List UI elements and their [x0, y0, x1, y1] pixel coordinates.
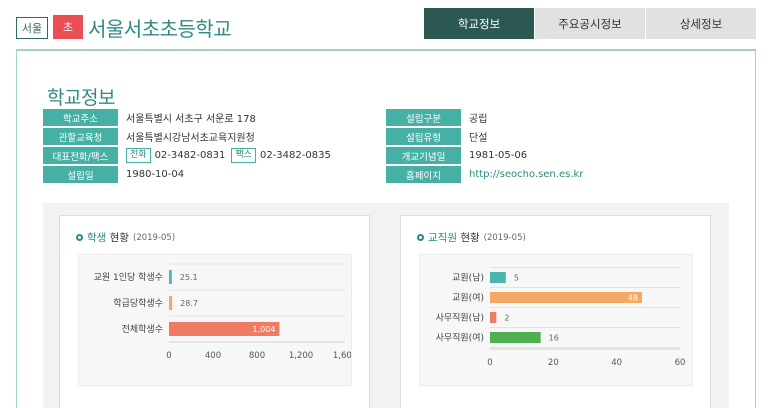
- x-tick-label: 1,200: [289, 351, 313, 361]
- info-label: 설립유형: [386, 128, 461, 145]
- data-label: 5: [514, 274, 519, 283]
- info-row-office: 관할교육청 서울특별시강남서초교육지원청: [43, 128, 255, 145]
- bar: [169, 270, 172, 284]
- x-tick-label: 20: [548, 358, 559, 368]
- info-row-homepage: 홈페이지 http://seocho.sen.es.kr: [386, 166, 583, 183]
- tab-bar: 학교정보 주요공시정보 상세정보: [424, 8, 756, 39]
- data-label: 48: [628, 294, 638, 303]
- stats-section: 학생 현황 (2019-05) 04008001,2001,600교원 1인당 …: [43, 203, 729, 408]
- region-badge: 서울: [16, 17, 48, 39]
- title-highlight: 교직원: [428, 232, 457, 244]
- bar: [490, 272, 506, 283]
- title-period: (2019-05): [133, 232, 176, 243]
- info-value: 1981-05-06: [469, 150, 528, 161]
- info-row-address: 학교주소 서울특별시 서초구 서운로 178: [43, 109, 256, 126]
- category-label: 사무직원(여): [436, 332, 484, 344]
- data-label: 25.1: [180, 273, 198, 282]
- info-label: 개교기념일: [386, 147, 461, 164]
- info-value: 단설: [469, 133, 488, 144]
- category-label: 사무직원(남): [436, 313, 484, 324]
- tab-detail-info[interactable]: 상세정보: [646, 8, 756, 39]
- circle-bullet-icon: [417, 234, 424, 241]
- x-tick-label: 0: [487, 358, 492, 368]
- info-label: 대표전화/팩스: [43, 147, 118, 164]
- staff-stats-card: 교직원 현황 (2019-05) 0 20 40 60 교원(남) 5 교원(여) 48 사무직…: [400, 215, 711, 408]
- data-label: 2: [504, 314, 509, 323]
- info-label: 관할교육청: [43, 128, 118, 145]
- x-tick-label: 40: [611, 358, 622, 368]
- circle-bullet-icon: [76, 234, 83, 241]
- info-value: 1980-10-04: [126, 169, 185, 180]
- info-row-form: 설립유형 단설: [386, 128, 487, 145]
- category-label: 교원(여): [452, 292, 484, 304]
- info-row-phone-fax: 대표전화/팩스 전화 02-3482-0831 팩스 02-3482-0835: [43, 147, 331, 164]
- info-label: 학교주소: [43, 109, 118, 126]
- info-label: 홈페이지: [386, 166, 461, 183]
- info-value-phone-fax: 전화 02-3482-0831 팩스 02-3482-0835: [126, 148, 331, 163]
- info-row-founded: 설립일 1980-10-04: [43, 166, 184, 183]
- fax-number: 02-3482-0835: [259, 150, 331, 161]
- data-label: 16: [549, 334, 559, 343]
- school-info-panel: 학교정보 학교주소 서울특별시 서초구 서운로 178 관할교육청 서울특별시강…: [16, 49, 756, 408]
- fax-tag: 팩스: [231, 148, 256, 163]
- staff-chart: 0 20 40 60 교원(남) 5 교원(여) 48 사무직원(남) 2 사무직원(여) 16: [419, 254, 693, 386]
- tab-school-info[interactable]: 학교정보: [424, 8, 534, 39]
- x-tick-label: 60: [675, 358, 686, 368]
- bar: [490, 292, 642, 303]
- staff-chart-svg: 0 20 40 60 교원(남) 5 교원(여) 48 사무직원(남) 2 사무직원(여) 16: [436, 267, 686, 368]
- phone-tag: 전화: [126, 148, 151, 163]
- student-stats-card: 학생 현황 (2019-05) 0 400 800 1,200 1,600 교원 1인당 …: [59, 215, 370, 408]
- category-label: 학급당학생수: [113, 298, 163, 309]
- title-rest: 현황: [106, 232, 129, 244]
- bar: [169, 296, 173, 310]
- section-title: 학교정보: [47, 87, 115, 109]
- category-label: 교원(남): [452, 273, 484, 284]
- title-highlight: 학생: [87, 232, 107, 244]
- info-label: 설립구분: [386, 109, 461, 126]
- student-stats-title: 학생 현황 (2019-05): [76, 230, 175, 245]
- info-value: 서울특별시강남서초교육지원청: [126, 133, 255, 144]
- school-name: 서울서초초등학교: [88, 17, 232, 41]
- bar: [490, 312, 497, 323]
- school-level-badge: 초: [53, 15, 83, 39]
- phone-number: 02-3482-0831: [154, 150, 226, 161]
- homepage-link[interactable]: http://seocho.sen.es.kr: [469, 169, 583, 180]
- bar: [490, 332, 541, 343]
- x-tick-label: 800: [249, 351, 265, 361]
- x-tick-label: 1,600: [333, 351, 351, 361]
- tab-key-disclosure[interactable]: 주요공시정보: [535, 8, 645, 39]
- student-chart: 0 400 800 1,200 1,600 교원 1인당 학생수 25.1 학급당학생수 28.…: [78, 254, 352, 386]
- info-label: 설립일: [43, 166, 118, 183]
- page-header: 서울 초 서울서초초등학교 학교정보 주요공시정보 상세정보: [0, 0, 773, 50]
- staff-stats-title: 교직원 현황 (2019-05): [417, 230, 526, 245]
- info-row-anniversary: 개교기념일 1981-05-06: [386, 147, 527, 164]
- x-tick-label: 400: [205, 351, 221, 361]
- data-label: 1,004: [253, 325, 276, 334]
- student-chart-svg: 0 400 800 1,200 1,600 교원 1인당 학생수 25.1 학급당학생수 28.…: [94, 263, 351, 361]
- category-label: 교원 1인당 학생수: [94, 272, 163, 283]
- data-label: 28.7: [180, 299, 198, 308]
- x-tick-label: 0: [166, 351, 171, 361]
- info-value: 공립: [469, 114, 488, 125]
- title-period: (2019-05): [483, 232, 526, 243]
- info-row-type: 설립구분 공립: [386, 109, 487, 126]
- title-rest: 현황: [456, 232, 480, 244]
- category-label: 전체학생수: [122, 324, 163, 335]
- info-value: 서울특별시 서초구 서운로 178: [126, 114, 256, 125]
